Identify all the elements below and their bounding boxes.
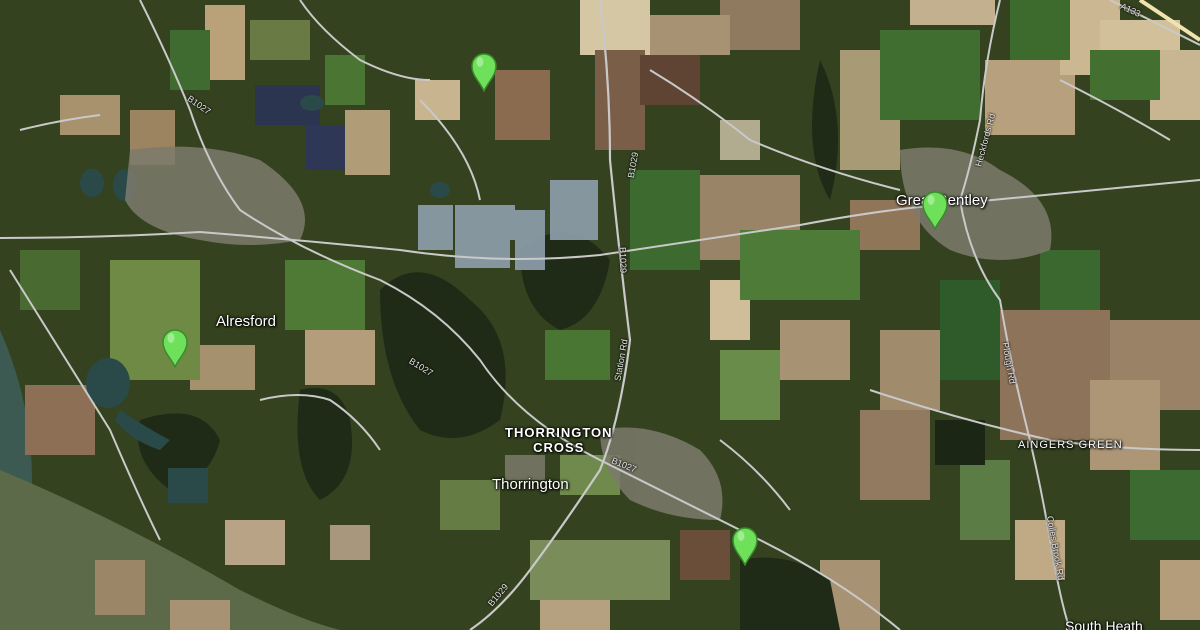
road-label-b1029-mid: B1029: [617, 246, 629, 274]
place-label-thorrington-cross-line1: THORRINGTON: [505, 425, 613, 440]
map-marker-pin-icon[interactable]: [731, 526, 759, 567]
place-label-thorrington: Thorrington: [492, 476, 569, 493]
map-marker-pin-icon[interactable]: [161, 328, 189, 369]
map-marker-pin-icon[interactable]: [921, 190, 949, 231]
place-label-alresford: Alresford: [216, 313, 277, 330]
satellite-map[interactable]: Alresford THORRINGTON CROSS Thorrington …: [0, 0, 1200, 630]
place-label-thorrington-cross-line2: CROSS: [533, 440, 585, 455]
place-label-thorrington-cross: THORRINGTON CROSS: [505, 425, 613, 455]
place-label-south-heath: South Heath: [1065, 618, 1143, 630]
satellite-imagery: [0, 0, 1200, 630]
place-label-aingers-green: AINGERS GREEN: [1018, 439, 1123, 451]
map-marker-pin-icon[interactable]: [470, 52, 498, 93]
